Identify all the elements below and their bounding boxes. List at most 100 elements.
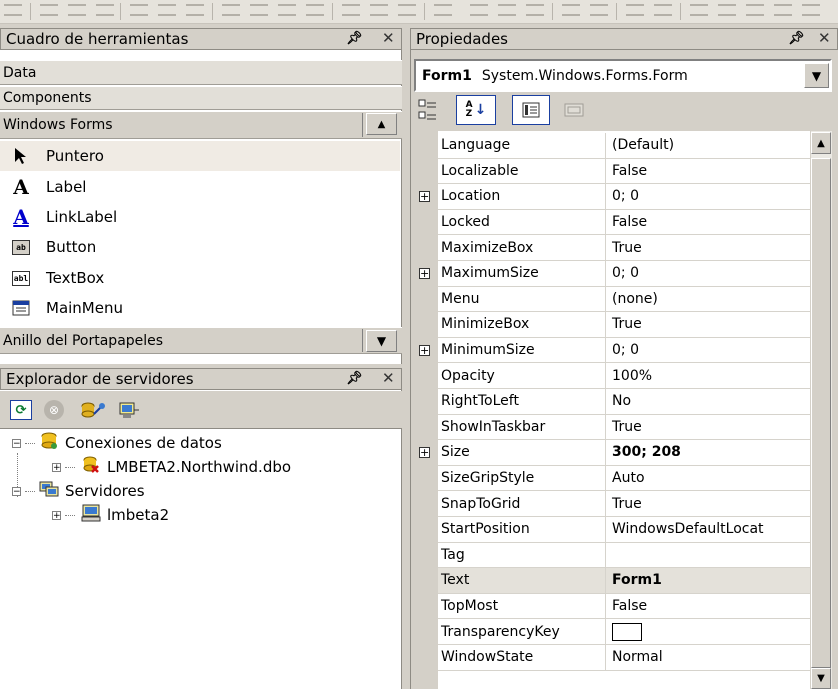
- property-row-localizable[interactable]: Localizable False: [438, 158, 810, 185]
- expand-icon[interactable]: +: [419, 344, 430, 356]
- property-row-transparencykey[interactable]: TransparencyKey: [438, 619, 810, 645]
- increase-vspacing-icon[interactable]: [498, 4, 516, 16]
- connect-database-icon[interactable]: [80, 400, 106, 420]
- property-value[interactable]: True: [606, 415, 810, 440]
- tree-node-lmbeta2[interactable]: + lmbeta2: [52, 504, 169, 526]
- tool-pointer[interactable]: Puntero: [12, 143, 104, 169]
- property-row-minimizebox[interactable]: MinimizeBox True: [438, 312, 810, 338]
- tab-order-icon[interactable]: [718, 4, 736, 16]
- property-row-startposition[interactable]: StartPosition WindowsDefaultLocat: [438, 517, 810, 543]
- property-row-maximumsize[interactable]: MaximumSize 0; 0: [438, 261, 810, 287]
- property-value[interactable]: 300; 208: [606, 440, 810, 465]
- collapse-icon[interactable]: −: [12, 438, 21, 448]
- expand-icon[interactable]: +: [52, 510, 61, 520]
- property-value[interactable]: [606, 543, 810, 568]
- scroll-up-button[interactable]: ▲: [366, 113, 397, 135]
- close-icon[interactable]: ✕: [818, 29, 831, 47]
- toolbox-tab-data[interactable]: Data: [0, 60, 402, 85]
- property-row-snaptogrid[interactable]: SnapToGrid True: [438, 491, 810, 517]
- tool-mainmenu[interactable]: MainMenu: [12, 295, 123, 321]
- decrease-spacing-icon[interactable]: [398, 4, 416, 16]
- tree-node-servers[interactable]: − Servidores: [12, 480, 145, 502]
- color-swatch[interactable]: [612, 622, 642, 641]
- tool-label-control[interactable]: A Label: [12, 174, 86, 200]
- property-value[interactable]: WindowsDefaultLocat: [606, 517, 810, 542]
- align-middle-icon[interactable]: [158, 4, 176, 16]
- expand-icon[interactable]: +: [419, 268, 430, 279]
- toolbox-tab-clipboard[interactable]: Anillo del Portapapeles: [0, 327, 402, 354]
- scrollbar-thumb[interactable]: [811, 158, 831, 668]
- property-row-tag[interactable]: Tag: [438, 542, 810, 569]
- properties-view-button[interactable]: [512, 95, 550, 125]
- close-icon[interactable]: ✕: [382, 369, 395, 387]
- align-left-icon[interactable]: [40, 4, 58, 16]
- property-row-showintaskbar[interactable]: ShowInTaskbar True: [438, 414, 810, 441]
- align-right-icon[interactable]: [96, 4, 114, 16]
- scroll-up-button[interactable]: ▲: [811, 132, 831, 154]
- property-row-locked[interactable]: Locked False: [438, 209, 810, 236]
- alphabetical-button[interactable]: A Z ↓: [456, 95, 496, 125]
- property-value[interactable]: True: [606, 235, 810, 260]
- property-value[interactable]: False: [606, 210, 810, 235]
- toolbox-tab-windows-forms[interactable]: Windows Forms: [0, 111, 402, 139]
- refresh-icon[interactable]: ⟳: [10, 400, 32, 420]
- property-row-maximizebox[interactable]: MaximizeBox True: [438, 235, 810, 261]
- property-row-size[interactable]: Size 300; 208: [438, 440, 810, 466]
- property-value[interactable]: Form1: [606, 568, 810, 593]
- expand-icon[interactable]: +: [52, 462, 61, 472]
- collapse-icon[interactable]: −: [12, 486, 21, 496]
- expand-icon[interactable]: +: [419, 191, 430, 203]
- layout-icon[interactable]: [774, 4, 792, 16]
- scroll-down-button[interactable]: ▼: [811, 668, 831, 689]
- center-vertically-icon[interactable]: [590, 4, 608, 16]
- size-to-grid-icon[interactable]: [306, 4, 324, 16]
- property-row-topmost[interactable]: TopMost False: [438, 593, 810, 620]
- property-value[interactable]: 0; 0: [606, 261, 810, 286]
- property-row-righttoleft[interactable]: RightToLeft No: [438, 389, 810, 415]
- lock-controls-icon[interactable]: [690, 4, 708, 16]
- grid-icon[interactable]: [802, 4, 820, 16]
- vertical-spacing-icon[interactable]: [470, 4, 488, 16]
- object-selector[interactable]: Form1 System.Windows.Forms.Form: [414, 59, 832, 92]
- property-value[interactable]: True: [606, 312, 810, 337]
- tool-button[interactable]: ab Button: [12, 234, 96, 260]
- property-value[interactable]: (none): [606, 287, 810, 312]
- property-row-language[interactable]: Language (Default): [438, 133, 810, 159]
- scroll-down-button[interactable]: ▼: [366, 330, 397, 352]
- property-value[interactable]: True: [606, 491, 810, 516]
- property-value[interactable]: False: [606, 594, 810, 619]
- property-row-location[interactable]: Location 0; 0: [438, 184, 810, 210]
- tree-node-northwind[interactable]: + LMBETA2.Northwind.dbo: [52, 456, 291, 478]
- send-to-back-icon[interactable]: [654, 4, 672, 16]
- property-value[interactable]: (Default): [606, 133, 810, 158]
- make-same-height-icon[interactable]: [250, 4, 268, 16]
- pin-icon[interactable]: 📌︎: [346, 31, 363, 46]
- property-value[interactable]: [606, 619, 810, 644]
- decrease-vspacing-icon[interactable]: [526, 4, 544, 16]
- align-top-icon[interactable]: [130, 4, 148, 16]
- tool-textbox[interactable]: abl TextBox: [12, 265, 104, 291]
- property-value[interactable]: 100%: [606, 363, 810, 388]
- format-icon[interactable]: [746, 4, 764, 16]
- pin-icon[interactable]: 📌︎: [788, 31, 805, 46]
- align-bottom-icon[interactable]: [186, 4, 204, 16]
- property-row-text[interactable]: Text Form1: [438, 568, 810, 594]
- property-row-minimumsize[interactable]: MinimumSize 0; 0: [438, 337, 810, 364]
- property-value[interactable]: Auto: [606, 466, 810, 491]
- toolbox-tab-components[interactable]: Components: [0, 86, 402, 110]
- center-horizontally-icon[interactable]: [562, 4, 580, 16]
- bring-to-front-icon[interactable]: [626, 4, 644, 16]
- pin-icon[interactable]: 📌︎: [346, 371, 363, 386]
- property-value[interactable]: No: [606, 389, 810, 414]
- remove-spacing-icon[interactable]: [434, 4, 452, 16]
- property-value[interactable]: False: [606, 159, 810, 184]
- property-value[interactable]: 0; 0: [606, 184, 810, 209]
- object-selector-dropdown-button[interactable]: ▼: [804, 63, 829, 88]
- property-value[interactable]: Normal: [606, 645, 810, 670]
- property-row-menu[interactable]: Menu (none): [438, 286, 810, 313]
- make-same-size-icon[interactable]: [278, 4, 296, 16]
- close-icon[interactable]: ✕: [382, 29, 395, 47]
- increase-spacing-icon[interactable]: [370, 4, 388, 16]
- expand-icon[interactable]: +: [419, 447, 430, 459]
- property-row-sizegripstyle[interactable]: SizeGripStyle Auto: [438, 465, 810, 492]
